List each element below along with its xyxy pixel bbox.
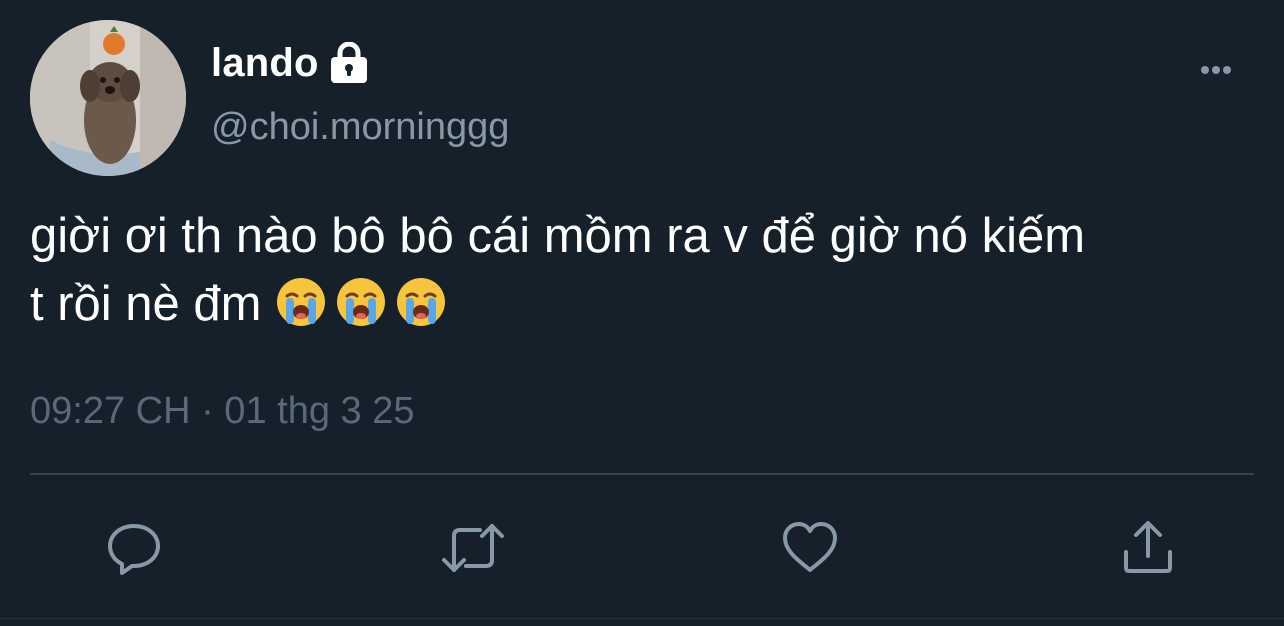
avatar[interactable]	[30, 20, 186, 176]
reply-icon	[104, 518, 164, 578]
loudly-crying-face-icon	[335, 276, 387, 328]
share-icon	[1118, 518, 1178, 578]
tweet-text: giời ơi th nào bô bô cái mồm ra v để giờ…	[30, 202, 1260, 338]
tweet-timestamp[interactable]: 09:27 CH · 01 thg 3 25	[30, 390, 414, 433]
divider	[30, 473, 1254, 475]
like-button[interactable]	[780, 518, 840, 578]
display-name[interactable]: lando	[211, 41, 319, 86]
more-horizontal-icon[interactable]	[1196, 58, 1244, 82]
retweet-button[interactable]	[440, 518, 506, 578]
tweet-text-line-2: t rồi nè đm	[30, 277, 276, 331]
tweet-text-line-1: giời ơi th nào bô bô cái mồm ra v để giờ…	[30, 209, 1086, 263]
heart-icon	[780, 518, 840, 578]
lock-icon	[329, 41, 369, 84]
retweet-icon	[440, 518, 506, 578]
tweet-card: lando @choi.morninggg giời ơi th nào bô …	[0, 0, 1284, 626]
loudly-crying-face-icon	[395, 276, 447, 328]
display-name-row: lando	[211, 38, 369, 88]
reply-button[interactable]	[104, 518, 164, 578]
share-button[interactable]	[1118, 518, 1178, 578]
user-handle[interactable]: @choi.morninggg	[211, 106, 509, 149]
loudly-crying-face-icon	[275, 276, 327, 328]
